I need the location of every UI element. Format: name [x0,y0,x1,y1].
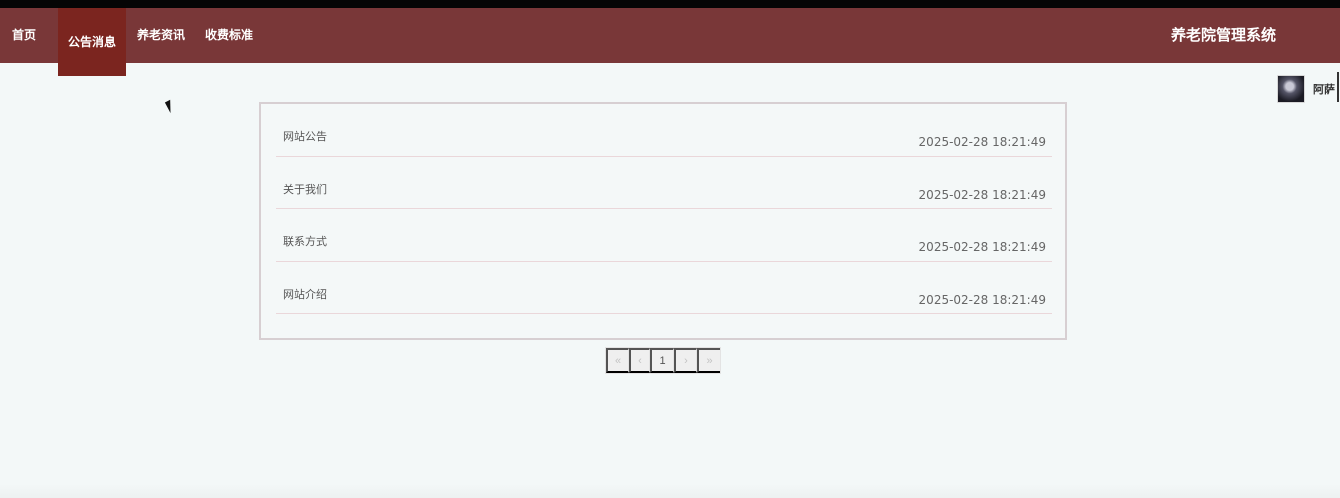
announcement-date: 2025-02-28 18:21:49 [918,240,1046,254]
pagination: « ‹ 1 › » [605,347,721,374]
previous-page-button[interactable]: ‹ [629,348,650,373]
nav-home[interactable]: 首页 [12,8,36,63]
last-page-button[interactable]: » [697,348,720,373]
announcement-date: 2025-02-28 18:21:49 [918,135,1046,149]
announcement-title[interactable]: 网站公告 [283,128,327,144]
next-page-button[interactable]: › [674,348,697,373]
page-bottom-edge [0,484,1340,498]
first-page-button[interactable]: « [606,348,629,373]
mouse-pointer-icon [164,96,182,114]
list-item[interactable]: 联系方式 2025-02-28 18:21:49 [276,209,1052,262]
site-title: 养老院管理系统 [1170,26,1276,44]
announcement-date: 2025-02-28 18:21:49 [918,292,1046,307]
nav-elderly-news[interactable]: 养老资讯 [137,8,185,63]
user-divider [1337,72,1339,102]
user-profile[interactable]: 阿萨 [1277,74,1335,103]
top-black-strip [0,0,1340,8]
nav-announcements-active[interactable]: 公告消息 [58,8,126,76]
list-item[interactable]: 网站介绍 2025-02-28 18:21:49 [276,262,1052,314]
username[interactable]: 阿萨 [1313,81,1335,97]
nav-fee-standards[interactable]: 收费标准 [205,8,253,63]
announcement-title[interactable]: 网站介绍 [283,286,327,302]
announcement-date: 2025-02-28 18:21:49 [918,187,1046,202]
announcement-title[interactable]: 关于我们 [283,181,327,197]
announcement-list: 网站公告 2025-02-28 18:21:49 关于我们 2025-02-28… [276,104,1052,314]
list-item[interactable]: 网站公告 2025-02-28 18:21:49 [276,104,1052,157]
avatar[interactable] [1277,74,1305,103]
current-page-button[interactable]: 1 [650,348,674,373]
top-navigation: 首页 公告消息 养老资讯 收费标准 养老院管理系统 [0,8,1340,76]
announcement-title[interactable]: 联系方式 [283,233,327,249]
announcement-panel: 网站公告 2025-02-28 18:21:49 关于我们 2025-02-28… [259,102,1067,340]
list-item[interactable]: 关于我们 2025-02-28 18:21:49 [276,157,1052,209]
